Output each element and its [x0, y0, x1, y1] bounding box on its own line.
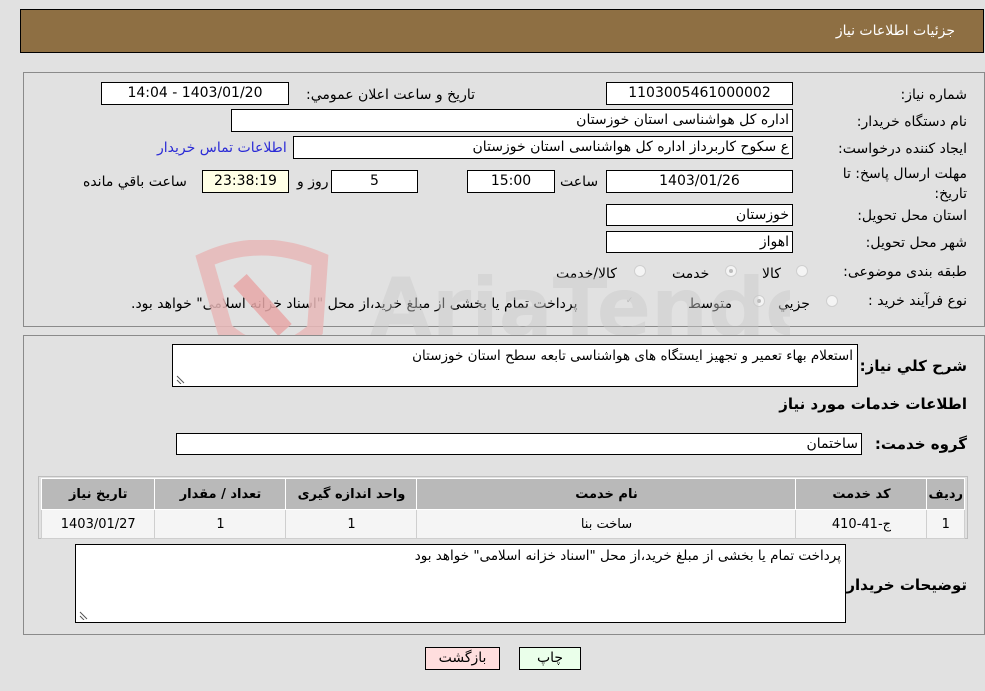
- province-label: استان محل تحویل:: [857, 208, 967, 224]
- category-option-goods: کالا: [762, 266, 781, 282]
- buyer-org-label: نام دستگاه خریدار:: [856, 114, 967, 130]
- cell-row-number: 1: [926, 509, 965, 539]
- need-number-label: شماره نیاز:: [900, 87, 968, 103]
- category-radio-goods-service[interactable]: [634, 265, 646, 277]
- category-label: طبقه بندی موضوعی:: [843, 264, 967, 280]
- city-label: شهر محل تحویل:: [865, 235, 967, 251]
- resize-grip-icon[interactable]: [176, 375, 185, 384]
- category-option-service: خدمت: [672, 266, 710, 282]
- description-label: شرح کلي نیاز:: [859, 357, 967, 375]
- page-header: جزئیات اطلاعات نیاز: [20, 9, 984, 53]
- days-remaining-field: 5: [331, 170, 418, 193]
- service-group-field: ساختمان: [176, 433, 862, 455]
- buyer-notes-text: پرداخت تمام یا بخشی از مبلغ خرید،از محل …: [414, 548, 841, 564]
- deadline-label: مهلت ارسال پاسخ: تا تاریخ:: [842, 166, 967, 202]
- col-unit: واحد اندازه گیری: [285, 478, 418, 510]
- buyer-org-field: اداره کل هواشناسی استان خوزستان: [231, 109, 793, 132]
- time-remaining-field: 23:38:19: [202, 170, 289, 193]
- process-option-medium: متوسط: [688, 296, 732, 312]
- description-text: استعلام بهاء تعمیر و تجهیز ایستگاه های ه…: [412, 348, 853, 364]
- col-service-code: کد خدمت: [795, 478, 928, 510]
- time-remaining-label: ساعت باقي مانده: [83, 174, 187, 190]
- col-need-date: تاریخ نیاز: [40, 478, 156, 510]
- days-label: روز و: [297, 174, 329, 190]
- service-group-label: گروه خدمت:: [874, 435, 967, 453]
- requester-field: ع سکوح کاربرداز اداره کل هواشناسی استان …: [293, 136, 793, 159]
- treasury-checkbox[interactable]: ✓: [624, 296, 635, 307]
- table-header-row: ردیف کد خدمت نام خدمت واحد اندازه گیری ت…: [40, 478, 965, 510]
- category-radio-service[interactable]: [725, 265, 737, 277]
- services-section-title: اطلاعات خدمات مورد نیاز: [779, 395, 967, 413]
- category-radio-goods[interactable]: [796, 265, 808, 277]
- process-type-label: نوع فرآیند خرید :: [868, 293, 967, 309]
- announce-datetime-label: تاریخ و ساعت اعلان عمومي:: [306, 87, 475, 103]
- buyer-notes-textarea[interactable]: پرداخت تمام یا بخشی از مبلغ خرید،از محل …: [75, 544, 846, 623]
- treasury-checkbox-label: پرداخت تمام یا بخشی از مبلغ خرید،از محل …: [131, 296, 578, 312]
- process-radio-minor[interactable]: [826, 295, 838, 307]
- city-field: اهواز: [606, 231, 793, 253]
- col-quantity: تعداد / مقدار: [154, 478, 287, 510]
- announce-datetime-field: 1403/01/20 - 14:04: [101, 82, 289, 105]
- buyer-contact-link[interactable]: اطلاعات تماس خریدار: [157, 140, 287, 156]
- deadline-time-label: ساعت: [560, 174, 599, 190]
- deadline-date-field: 1403/01/26: [606, 170, 793, 193]
- cell-quantity: 1: [154, 509, 287, 539]
- requester-label: ایجاد کننده درخواست:: [838, 141, 967, 157]
- resize-grip-icon[interactable]: [79, 611, 88, 620]
- print-button[interactable]: چاپ: [519, 647, 581, 670]
- cell-service-name: ساخت بنا: [416, 509, 797, 539]
- need-number-field: 1103005461000002: [606, 82, 793, 105]
- cell-service-code: ج-41-410: [795, 509, 928, 539]
- col-row-number: ردیف: [926, 478, 965, 510]
- services-table: ردیف کد خدمت نام خدمت واحد اندازه گیری ت…: [40, 478, 965, 539]
- back-button[interactable]: بازگشت: [425, 647, 500, 670]
- deadline-time-field: 15:00: [467, 170, 555, 193]
- cell-need-date: 1403/01/27: [40, 509, 156, 539]
- process-option-minor: جزیي: [778, 296, 810, 312]
- province-field: خوزستان: [606, 204, 793, 226]
- page-title: جزئیات اطلاعات نیاز: [835, 23, 955, 39]
- category-option-goods-service: کالا/خدمت: [556, 266, 617, 282]
- buyer-notes-label: توضیحات خریدار:: [840, 576, 967, 594]
- cell-unit: 1: [285, 509, 418, 539]
- process-radio-medium[interactable]: [753, 295, 765, 307]
- table-row: 1 ج-41-410 ساخت بنا 1 1 1403/01/27: [40, 509, 965, 539]
- col-service-name: نام خدمت: [416, 478, 797, 510]
- description-textarea[interactable]: استعلام بهاء تعمیر و تجهیز ایستگاه های ه…: [172, 344, 858, 387]
